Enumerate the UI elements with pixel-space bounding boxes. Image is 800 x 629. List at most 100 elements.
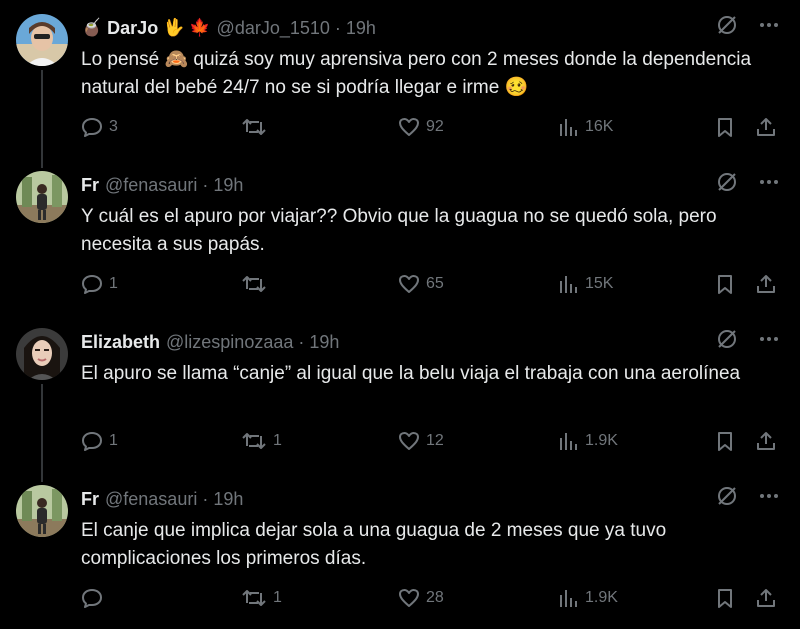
grok-icon[interactable] [716,328,738,350]
tweet-text: Lo pensé 🙈 quizá soy muy aprensiva pero … [81,49,752,98]
views-count: 16K [585,118,614,135]
retweet-count: 1 [273,432,282,449]
share-icon [755,273,777,295]
heart-icon [398,273,420,295]
share-icon [755,430,777,452]
grok-icon[interactable] [716,14,738,36]
share-button[interactable] [755,112,777,142]
avatar[interactable] [16,171,68,223]
share-button[interactable] [755,583,777,613]
display-name[interactable]: Fr [81,489,99,510]
retweet-icon [241,116,267,138]
bookmark-icon [714,587,736,609]
action-bar: 3 92 16K [81,112,781,142]
reply-button[interactable]: 3 [81,112,118,142]
more-icon[interactable] [758,14,780,36]
tweet-text: El apuro se llama “canje” al igual que l… [81,363,741,384]
views-button[interactable]: 1.9K [557,426,618,456]
share-button[interactable] [755,269,777,299]
views-count: 1.9K [585,432,618,449]
retweet-count: 1 [273,589,282,606]
display-name[interactable]: Elizabeth [81,332,160,353]
action-bar: 1 28 1.9K [81,583,781,613]
like-count: 12 [426,432,444,449]
views-icon [557,430,579,452]
share-icon [755,116,777,138]
grok-icon[interactable] [716,171,738,193]
separator-dot: · [202,174,209,195]
reply-icon [81,273,103,295]
tweet[interactable]: Elizabeth @lizespinozaaa · 19h El apuro … [0,314,800,482]
retweet-button[interactable] [241,112,273,142]
more-icon[interactable] [758,485,780,507]
reply-button[interactable]: 1 [81,426,118,456]
handle[interactable]: @lizespinozaaa [166,332,293,353]
display-name[interactable]: DarJo [107,18,158,39]
avatar[interactable] [16,14,68,66]
like-button[interactable]: 28 [398,583,444,613]
reply-icon [81,430,103,452]
like-button[interactable]: 12 [398,426,444,456]
heart-icon [398,430,420,452]
retweet-button[interactable]: 1 [241,426,282,456]
like-count: 65 [426,275,444,292]
tweet-header: 🧉 DarJo 🖖 🍁 @darJo_1510 · 19h [81,16,376,40]
grok-icon[interactable] [716,485,738,507]
views-button[interactable]: 1.9K [557,583,618,613]
vulcan-salute-emoji: 🖖 [163,18,185,37]
reply-button[interactable]: 1 [81,269,118,299]
tweet[interactable]: Fr @fenasauri · 19h Y cuál es el apuro p… [0,157,800,314]
views-icon [557,587,579,609]
reply-count: 1 [109,432,118,449]
tweet[interactable]: Fr @fenasauri · 19h El canje que implica… [0,471,800,628]
bookmark-button[interactable] [714,426,736,456]
heart-icon [398,116,420,138]
retweet-button[interactable] [241,269,273,299]
share-button[interactable] [755,426,777,456]
top-icons [716,485,780,507]
tweet-header: Fr @fenasauri · 19h [81,173,243,197]
views-count: 1.9K [585,589,618,606]
bookmark-button[interactable] [714,269,736,299]
views-count: 15K [585,275,614,292]
tweet[interactable]: 🧉 DarJo 🖖 🍁 @darJo_1510 · 19h Lo pensé 🙈… [0,0,800,168]
handle[interactable]: @fenasauri [105,175,197,196]
views-button[interactable]: 15K [557,269,613,299]
views-icon [557,273,579,295]
action-bar: 1 65 15K [81,269,781,299]
like-button[interactable]: 65 [398,269,444,299]
reply-count: 1 [109,275,118,292]
timestamp[interactable]: 19h [309,332,339,353]
handle[interactable]: @darJo_1510 [217,18,330,39]
reply-button[interactable] [81,583,109,613]
avatar[interactable] [16,485,68,537]
share-icon [755,587,777,609]
bookmark-button[interactable] [714,112,736,142]
tweet-header: Elizabeth @lizespinozaaa · 19h [81,330,339,354]
bookmark-button[interactable] [714,583,736,613]
more-icon[interactable] [758,328,780,350]
tweet-text: Y cuál es el apuro por viajar?? Obvio qu… [81,206,717,255]
more-icon[interactable] [758,171,780,193]
tweet-header: Fr @fenasauri · 19h [81,487,243,511]
top-icons [716,171,780,193]
like-count: 92 [426,118,444,135]
display-name[interactable]: Fr [81,175,99,196]
reply-count: 3 [109,118,118,135]
like-button[interactable]: 92 [398,112,444,142]
views-button[interactable]: 16K [557,112,613,142]
retweet-icon [241,273,267,295]
reply-icon [81,116,103,138]
separator-dot: · [202,488,209,509]
avatar[interactable] [16,328,68,380]
like-count: 28 [426,589,444,606]
thread-line [41,70,43,168]
handle[interactable]: @fenasauri [105,489,197,510]
bookmark-icon [714,273,736,295]
separator-dot: · [298,331,305,352]
timestamp[interactable]: 19h [213,175,243,196]
timestamp[interactable]: 19h [213,489,243,510]
maple-leaf-emoji: 🍁 [189,18,211,37]
retweet-button[interactable]: 1 [241,583,282,613]
timestamp[interactable]: 19h [346,18,376,39]
